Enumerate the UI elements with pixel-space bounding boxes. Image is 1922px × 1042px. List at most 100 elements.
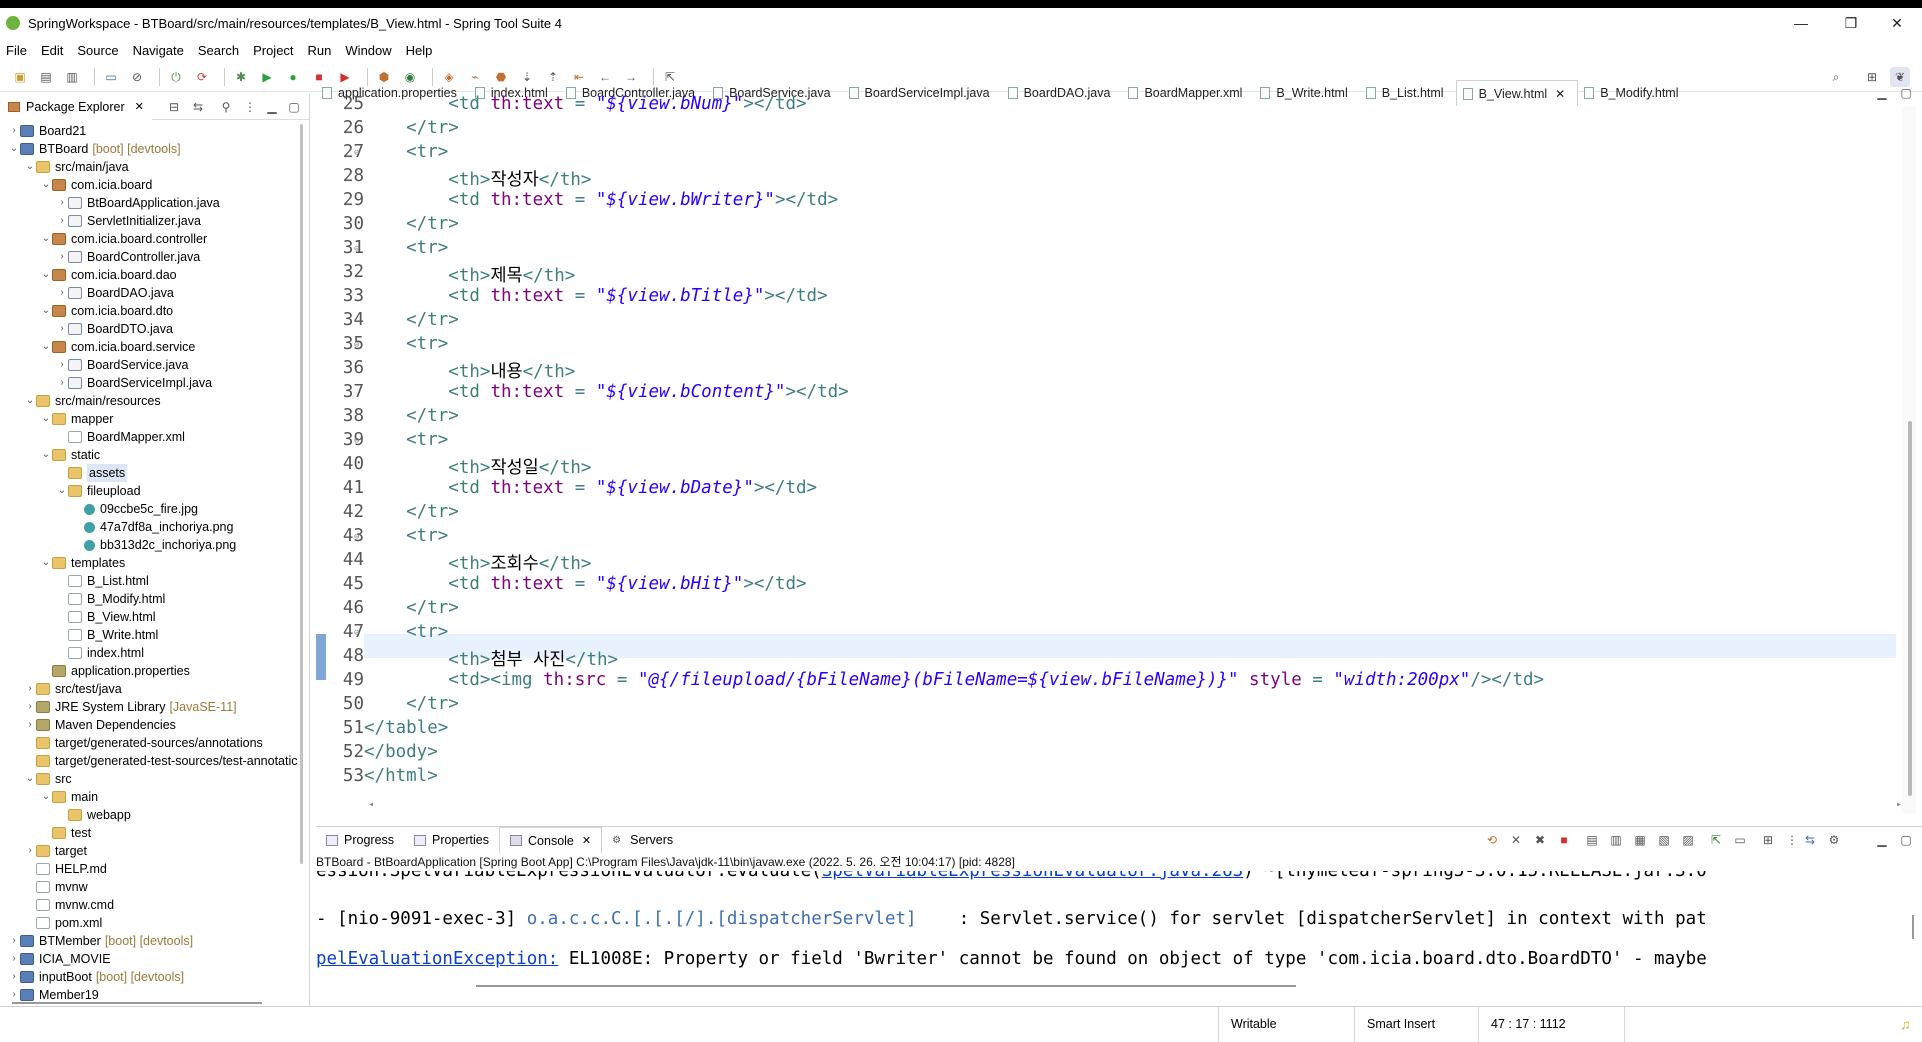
tree-item[interactable]: › BtBoardApplication.java	[0, 194, 309, 212]
expand-toggle-icon[interactable]: ⌄	[24, 770, 36, 788]
notification-icon[interactable]: ♫	[1900, 1016, 1911, 1032]
menu-project[interactable]: Project	[253, 43, 293, 58]
tree-item[interactable]: 09ccbe5c_fire.jpg	[0, 500, 309, 518]
expand-toggle-icon[interactable]: ›	[56, 356, 68, 374]
tree-item[interactable]: index.html	[0, 644, 309, 662]
tree-item[interactable]: assets	[0, 464, 309, 482]
tree-item[interactable]: ⌄ com.icia.board	[0, 176, 309, 194]
menu-help[interactable]: Help	[406, 43, 433, 58]
explorer-hscrollbar[interactable]	[12, 1002, 262, 1004]
expand-toggle-icon[interactable]: ⌄	[40, 788, 52, 806]
tree-item[interactable]: › BoardDAO.java	[0, 284, 309, 302]
maximize-console-icon[interactable]: ▢	[1896, 830, 1916, 850]
expand-toggle-icon[interactable]: ›	[8, 968, 20, 986]
tree-item[interactable]: › ServletInitializer.java	[0, 212, 309, 230]
expand-toggle-icon[interactable]: ⌄	[24, 392, 36, 410]
menu-file[interactable]: File	[6, 43, 27, 58]
console-hscrollbar[interactable]	[476, 985, 1296, 987]
remove-all-launches-icon[interactable]: ✖	[1530, 830, 1550, 850]
scroll-lock-icon[interactable]: ▥	[1606, 830, 1626, 850]
scroll-right-icon[interactable]: ▸	[1896, 799, 1902, 810]
expand-toggle-icon[interactable]: ⌄	[40, 230, 52, 248]
collapse-all-icon[interactable]: ⊟	[164, 97, 184, 117]
tree-item[interactable]: › JRE System Library [JavaSE-11]	[0, 698, 309, 716]
tree-item[interactable]: ⌄ mapper	[0, 410, 309, 428]
console-settings-icon[interactable]: ⚙	[1824, 830, 1844, 850]
tree-item[interactable]: › BoardServiceImpl.java	[0, 374, 309, 392]
fold-toggle-icon[interactable]: ⊖	[354, 148, 359, 158]
view-menu-icon[interactable]: ⋮	[240, 97, 260, 117]
relaunch-console-icon[interactable]: ⟲	[1482, 830, 1502, 850]
tree-item[interactable]: application.properties	[0, 662, 309, 680]
expand-toggle-icon[interactable]: ⌄	[40, 302, 52, 320]
tab-console[interactable]: Console ✕	[499, 827, 603, 853]
tree-item[interactable]: ⌄ com.icia.board.service	[0, 338, 309, 356]
restore-button[interactable]: ❐	[1826, 8, 1876, 38]
tree-item[interactable]: pom.xml	[0, 914, 309, 932]
tree-item[interactable]: ⌄ templates	[0, 554, 309, 572]
clear-console-icon[interactable]: ▤	[1582, 830, 1602, 850]
tree-item[interactable]: B_Write.html	[0, 626, 309, 644]
tree-item[interactable]: B_List.html	[0, 572, 309, 590]
show-stdout-icon[interactable]: ▧	[1654, 830, 1674, 850]
expand-toggle-icon[interactable]: ›	[56, 374, 68, 392]
skip-breakpoints-icon[interactable]: ⊘	[127, 67, 147, 87]
minimize-button[interactable]: —	[1776, 8, 1826, 38]
tree-item[interactable]: mvnw	[0, 878, 309, 896]
tree-item[interactable]: ⌄ com.icia.board.controller	[0, 230, 309, 248]
tree-item[interactable]: › BoardDTO.java	[0, 320, 309, 338]
expand-toggle-icon[interactable]: ›	[8, 950, 20, 968]
console-output[interactable]: ession.SpelVariableExpressionEvaluator.e…	[316, 871, 1922, 1005]
terminate-icon[interactable]: ■	[1554, 830, 1574, 850]
minimize-console-icon[interactable]: ▁	[1872, 830, 1892, 850]
open-console-icon[interactable]: ⊞	[1758, 830, 1778, 850]
tree-item[interactable]: › Board21	[0, 122, 309, 140]
tree-item[interactable]: mvnw.cmd	[0, 896, 309, 914]
run-icon[interactable]: ▶	[257, 67, 277, 87]
expand-toggle-icon[interactable]: ›	[24, 842, 36, 860]
tree-item[interactable]: › BTMember [boot] [devtools]	[0, 932, 309, 950]
new-icon[interactable]: ▣	[10, 67, 30, 87]
expand-toggle-icon[interactable]: ⌄	[56, 482, 68, 500]
expand-toggle-icon[interactable]: ⌄	[40, 410, 52, 428]
menu-edit[interactable]: Edit	[41, 43, 63, 58]
tree-item[interactable]: › ICIA_MOVIE	[0, 950, 309, 968]
tree-item[interactable]: ⌄ com.icia.board.dto	[0, 302, 309, 320]
fold-toggle-icon[interactable]: ⊖	[354, 532, 359, 542]
expand-toggle-icon[interactable]: ›	[24, 680, 36, 698]
tab-servers[interactable]: ⚙ Servers	[602, 827, 683, 853]
close-view-icon[interactable]: ✕	[135, 100, 144, 113]
tree-item[interactable]: target/generated-sources/annotations	[0, 734, 309, 752]
debug-icon[interactable]: ✱	[231, 67, 251, 87]
link-with-editor-icon[interactable]: ⇆	[188, 97, 208, 117]
tree-item[interactable]: HELP.md	[0, 860, 309, 878]
expand-toggle-icon[interactable]: ⌄	[8, 140, 20, 158]
console-link-icon[interactable]: ⇆	[1800, 830, 1820, 850]
remove-launch-icon[interactable]: ✕	[1506, 830, 1526, 850]
display-console-icon[interactable]: ▭	[1730, 830, 1750, 850]
menu-search[interactable]: Search	[198, 43, 239, 58]
editor-tab[interactable]: B_View.html ✕	[1455, 80, 1579, 106]
minimize-view-icon[interactable]: ▁	[262, 97, 282, 117]
tree-item[interactable]: ⌄ com.icia.board.dao	[0, 266, 309, 284]
maximize-editor-icon[interactable]: ▢	[1896, 83, 1916, 103]
editor-tab[interactable]: BoardServiceImpl.java	[843, 80, 1002, 106]
editor-tab[interactable]: B_Modify.html	[1578, 80, 1690, 106]
tree-item[interactable]: › target	[0, 842, 309, 860]
tree-item[interactable]: ⌄ main	[0, 788, 309, 806]
tab-progress[interactable]: Progress	[316, 827, 404, 853]
tree-item[interactable]: › BoardService.java	[0, 356, 309, 374]
terminal-icon[interactable]: ▭	[101, 67, 121, 87]
menu-navigate[interactable]: Navigate	[133, 43, 184, 58]
menu-source[interactable]: Source	[77, 43, 118, 58]
console-vscrollbar[interactable]	[1912, 915, 1914, 939]
fold-toggle-icon[interactable]: ⊖	[354, 340, 359, 350]
tree-item[interactable]: test	[0, 824, 309, 842]
tree-item[interactable]: BoardMapper.xml	[0, 428, 309, 446]
tree-item[interactable]: ⌄ fileupload	[0, 482, 309, 500]
fold-toggle-icon[interactable]: ⊖	[354, 628, 359, 638]
boot-dashboard-icon[interactable]: ⏻	[166, 67, 186, 87]
tree-item[interactable]: ⌄ src/main/resources	[0, 392, 309, 410]
expand-toggle-icon[interactable]: ›	[56, 212, 68, 230]
explorer-scrollbar[interactable]	[300, 124, 303, 864]
